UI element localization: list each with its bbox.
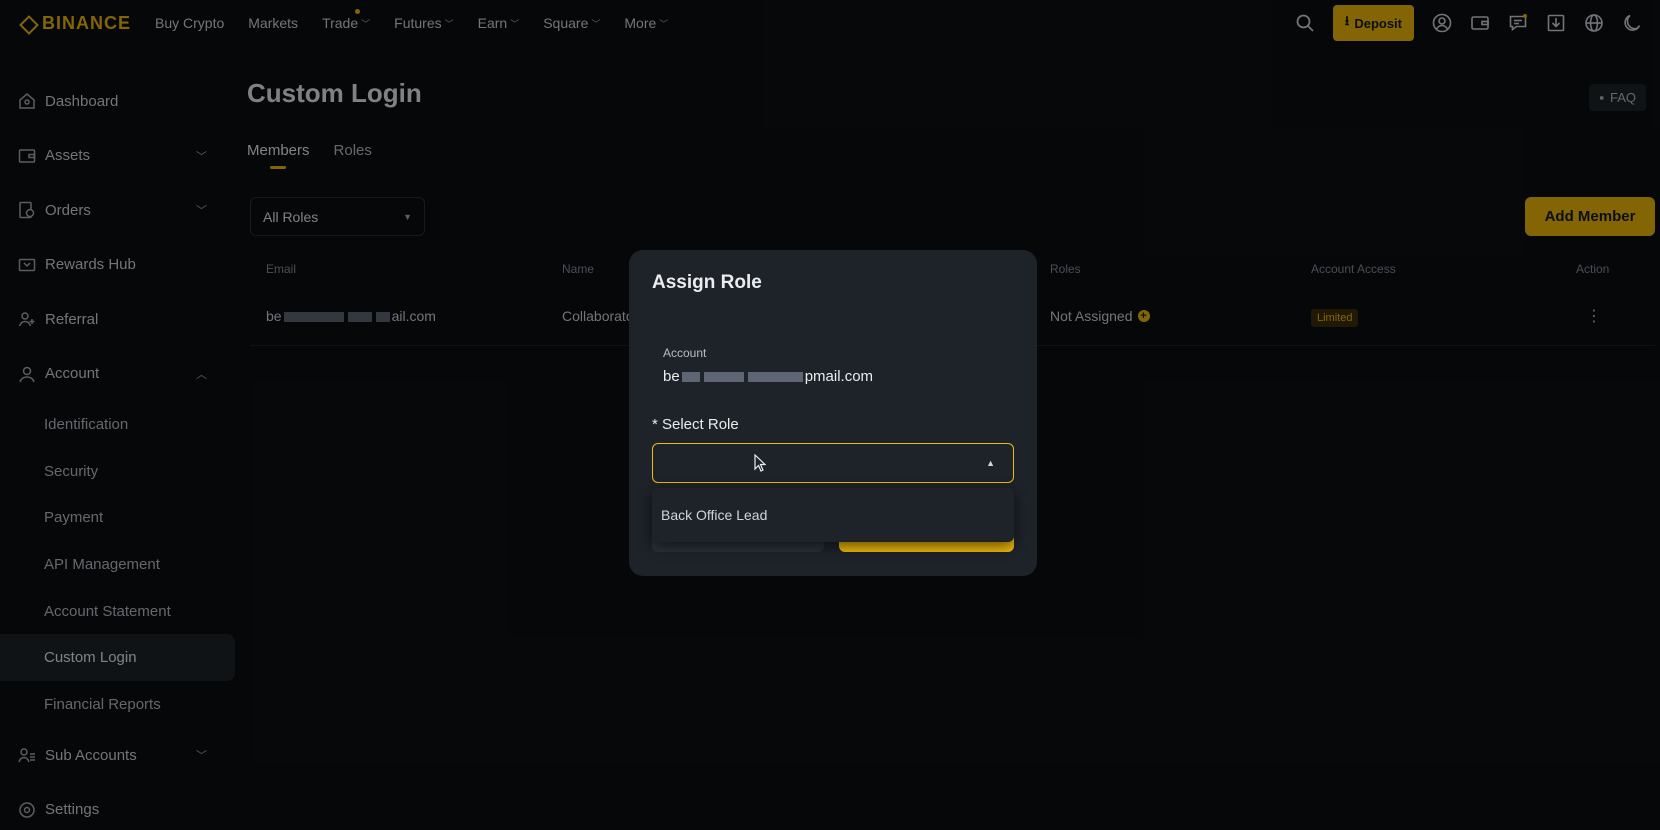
role-select[interactable]: ▲ (652, 443, 1014, 483)
select-role-label: * Select Role (652, 416, 739, 433)
email-prefix: be (663, 368, 680, 385)
redacted-text (747, 372, 803, 383)
caret-up-icon: ▲ (986, 458, 995, 468)
assign-role-modal: Assign Role Account be pmail.com * Select… (629, 250, 1037, 576)
role-dropdown: Back Office Lead (652, 488, 1014, 542)
account-email: be pmail.com (663, 368, 1014, 385)
redacted-text (681, 372, 700, 383)
email-suffix: pmail.com (804, 368, 874, 385)
modal-title: Assign Role (652, 272, 762, 293)
dropdown-option-back-office-lead[interactable]: Back Office Lead (661, 507, 767, 523)
account-label: Account (663, 346, 707, 360)
account-info: Account be pmail.com (652, 338, 1014, 394)
redacted-text (703, 372, 744, 383)
mouse-cursor-icon (754, 454, 766, 472)
